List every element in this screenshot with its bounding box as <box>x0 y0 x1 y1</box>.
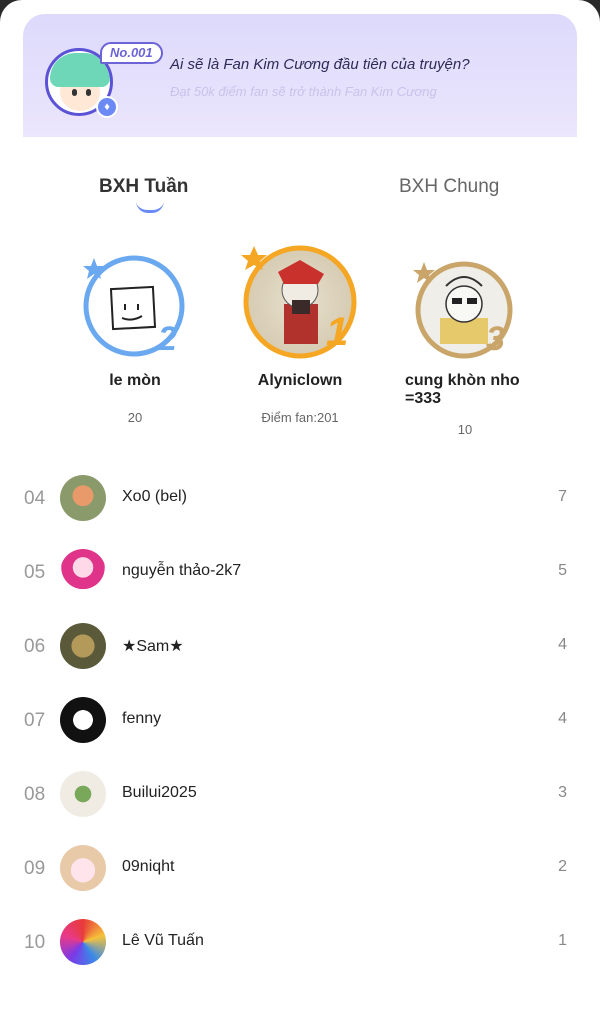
tab-weekly[interactable]: BXH Tuần <box>99 176 188 198</box>
leaderboard-row[interactable]: 06 ★Sam★ 4 <box>0 618 600 678</box>
rank-number-1: 1 <box>326 310 349 354</box>
row-score: 7 <box>558 488 567 505</box>
avatar <box>60 623 106 669</box>
leaderboard-row[interactable]: 04 Xo0 (bel) 7 <box>0 470 600 530</box>
leaderboard-row[interactable]: 08 Builui2025 3 <box>0 766 600 826</box>
podium-third-name: cung khòn nho =333 <box>405 372 520 407</box>
leaderboard-row[interactable]: 09 09niqht 2 <box>0 840 600 900</box>
avatar <box>60 771 106 817</box>
avatar <box>60 697 106 743</box>
avatar <box>60 845 106 891</box>
avatar <box>60 549 106 595</box>
leaderboard-row[interactable]: 10 Lê Vũ Tuấn 1 <box>0 914 600 974</box>
row-rank: 09 <box>24 858 46 879</box>
banner-title: Ai sẽ là Fan Kim Cương đầu tiên của truy… <box>170 56 470 73</box>
leaderboard-row[interactable]: 07 fenny 4 <box>0 692 600 752</box>
row-name: ★Sam★ <box>122 638 184 655</box>
avatar <box>60 475 106 521</box>
diamond-icon: ♦ <box>96 96 118 118</box>
podium-second-name: le mòn <box>109 372 161 389</box>
diamond-fan-banner: ♦ No.001 Ai sẽ là Fan Kim Cương đầu tiên… <box>23 14 577 137</box>
row-name: fenny <box>122 710 162 727</box>
row-score: 5 <box>558 562 567 579</box>
podium-second-score: 20 <box>127 410 143 425</box>
rank-number-3: 3 <box>486 320 505 358</box>
row-rank: 07 <box>24 710 46 731</box>
row-name: nguyễn thảo-2k7 <box>122 562 242 579</box>
rank-tag: No.001 <box>100 42 163 64</box>
row-name: 09niqht <box>122 858 175 875</box>
podium-first-score: Điểm fan:201 <box>261 410 339 425</box>
banner-subtitle: Đạt 50k điểm fan sẽ trở thành Fan Kim Cư… <box>170 84 437 99</box>
avatar <box>60 919 106 965</box>
podium-third-score: 10 <box>457 422 473 437</box>
row-rank: 10 <box>24 932 46 953</box>
podium-first-name: Alyniclown <box>257 372 343 389</box>
tab-general[interactable]: BXH Chung <box>399 176 499 198</box>
row-rank: 05 <box>24 562 46 583</box>
row-score: 4 <box>558 636 567 653</box>
leaderboard-sheet: ♦ No.001 Ai sẽ là Fan Kim Cương đầu tiên… <box>0 0 600 1014</box>
row-name: Xo0 (bel) <box>122 488 187 505</box>
rank-number-2: 2 <box>158 320 177 358</box>
row-score: 4 <box>558 710 567 727</box>
row-score: 2 <box>558 858 567 875</box>
tab-active-indicator <box>136 201 164 213</box>
bronze-frame-icon <box>413 261 513 359</box>
row-rank: 08 <box>24 784 46 805</box>
row-rank: 06 <box>24 636 46 657</box>
leaderboard-row[interactable]: 05 nguyễn thảo-2k7 5 <box>0 544 600 604</box>
row-score: 3 <box>558 784 567 801</box>
row-score: 1 <box>558 932 567 949</box>
row-rank: 04 <box>24 488 46 509</box>
row-name: Builui2025 <box>122 784 197 801</box>
row-name: Lê Vũ Tuấn <box>122 932 204 949</box>
